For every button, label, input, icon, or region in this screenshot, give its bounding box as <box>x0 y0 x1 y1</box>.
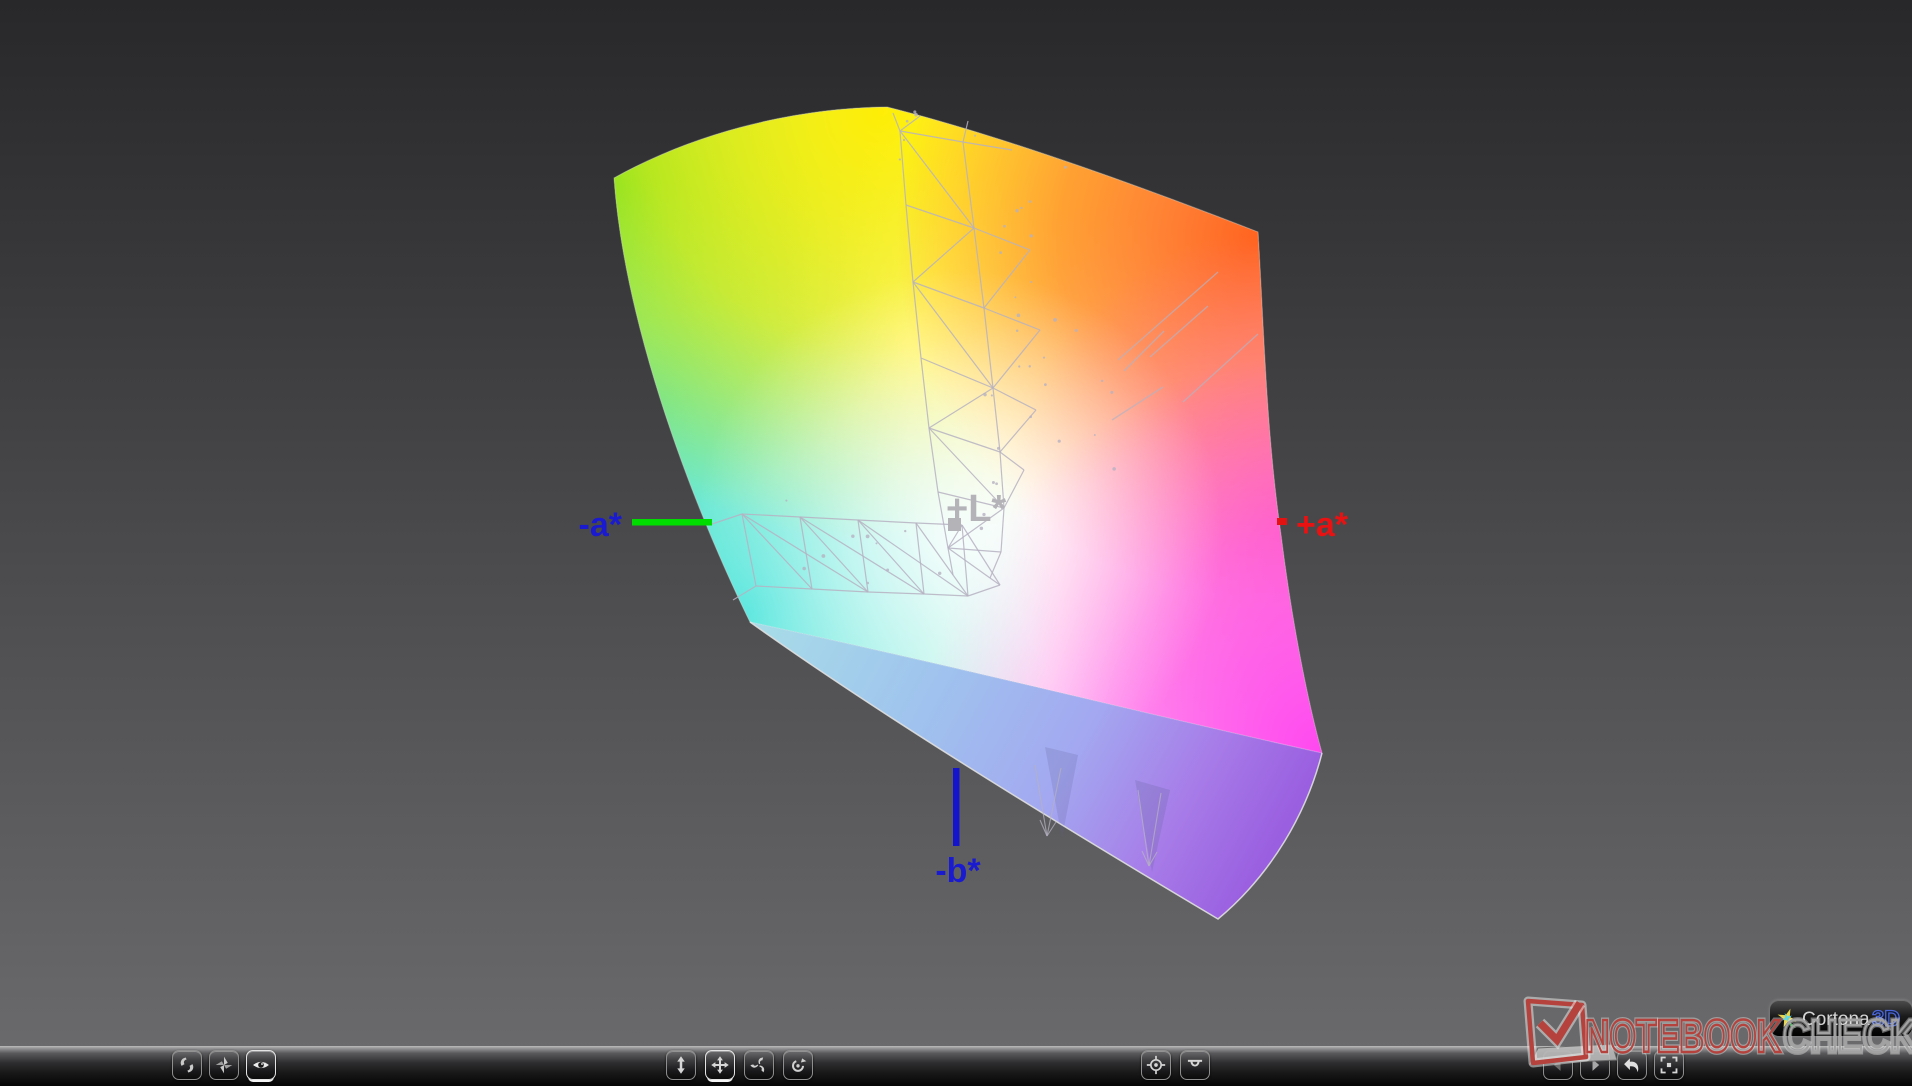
cortona-badge-text: Cortona <box>1802 1009 1870 1030</box>
vpan-icon <box>677 1056 685 1074</box>
gamut-top-surface <box>614 107 1322 753</box>
fit-icon <box>1660 1056 1678 1074</box>
neg-a-axis-line <box>632 519 712 526</box>
view-mode-button[interactable] <box>246 1050 276 1080</box>
walk-mode-button[interactable] <box>172 1050 202 1080</box>
rotate-button[interactable] <box>744 1050 774 1080</box>
cortona3d-star-icon <box>1777 1008 1797 1028</box>
toolbar-group-view <box>1141 1050 1210 1080</box>
next-viewpoint-button[interactable] <box>1580 1050 1610 1080</box>
toolbar-group-history <box>1543 1050 1684 1080</box>
walk-icon <box>180 1057 194 1073</box>
rotate-icon <box>750 1057 765 1073</box>
undo-icon <box>1624 1058 1639 1073</box>
center-view-button[interactable] <box>1141 1050 1171 1080</box>
pan-vertical-button[interactable] <box>666 1050 696 1080</box>
pan-icon <box>711 1056 729 1074</box>
restore-viewpoint-button[interactable] <box>1617 1050 1647 1080</box>
toolbar-group-move <box>666 1050 813 1080</box>
hover-icon <box>1187 1059 1203 1067</box>
cortona-badge-3d-text: 3D <box>1872 1006 1900 1031</box>
fit-to-window-button[interactable] <box>1654 1050 1684 1080</box>
toolbar-group-mode <box>172 1050 276 1080</box>
pos-a-axis-line <box>1277 518 1287 525</box>
toolbar <box>0 1046 1912 1086</box>
axis-label-pos-a: +a* <box>1296 506 1349 544</box>
viewer-stage: -a* +a* +L* -b* NOTEBOOK NOTEBOOK CHECK … <box>0 0 1912 1086</box>
axis-label-pos-l: +L* <box>946 488 1006 530</box>
examine-icon <box>215 1056 233 1074</box>
previous-viewpoint-button[interactable] <box>1543 1050 1573 1080</box>
spin-icon <box>792 1058 807 1072</box>
spin-button[interactable] <box>783 1050 813 1080</box>
center-icon <box>1146 1055 1166 1075</box>
next-icon <box>1592 1059 1600 1071</box>
neg-b-axis-line <box>953 768 960 846</box>
eye-icon <box>253 1061 269 1069</box>
prev-icon <box>1553 1059 1561 1071</box>
gamut-3d-view[interactable]: -a* +a* +L* -b* <box>0 0 1912 1046</box>
align-horizon-button[interactable] <box>1180 1050 1210 1080</box>
cortona3d-badge[interactable]: Cortona 3D <box>1770 1000 1912 1036</box>
axis-label-neg-a: -a* <box>579 506 623 544</box>
examine-mode-button[interactable] <box>209 1050 239 1080</box>
axis-label-neg-b: -b* <box>935 852 981 890</box>
pan-button[interactable] <box>705 1050 735 1080</box>
